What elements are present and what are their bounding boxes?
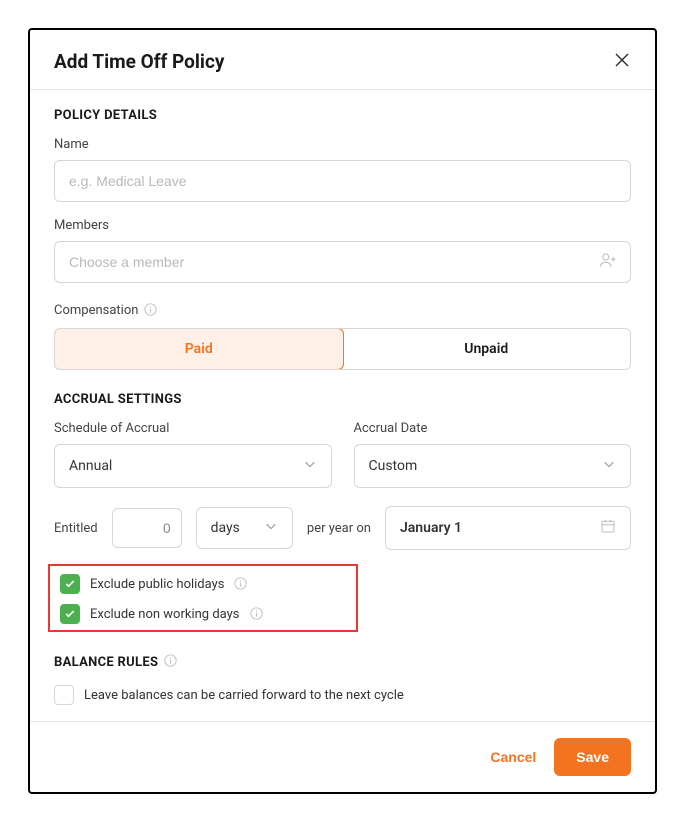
- compensation-label: Compensation: [54, 303, 138, 318]
- policy-details-section-title: POLICY DETAILS: [54, 108, 631, 123]
- exclude-highlight: Exclude public holidays Exclude non work…: [48, 564, 358, 632]
- accrual-date-value: Custom: [369, 458, 418, 474]
- accrual-section-title: ACCRUAL SETTINGS: [54, 392, 631, 407]
- members-label: Members: [54, 218, 631, 233]
- chevron-down-icon: [602, 457, 616, 475]
- schedule-label: Schedule of Accrual: [54, 421, 332, 436]
- exclude-holidays-label: Exclude public holidays: [90, 577, 224, 592]
- balance-section-title: BALANCE RULES: [54, 655, 158, 670]
- chevron-down-icon: [264, 519, 278, 537]
- compensation-segmented: Paid Unpaid: [54, 328, 631, 370]
- name-input[interactable]: [54, 160, 631, 202]
- unit-value: days: [211, 520, 240, 536]
- info-icon[interactable]: [164, 654, 177, 671]
- schedule-value: Annual: [69, 458, 112, 474]
- exclude-nonworking-label: Exclude non working days: [90, 607, 240, 622]
- add-time-off-policy-modal: Add Time Off Policy POLICY DETAILS Name …: [28, 28, 657, 794]
- close-icon[interactable]: [613, 51, 631, 73]
- info-icon[interactable]: [234, 575, 247, 594]
- accrual-date-picker[interactable]: January 1: [385, 506, 631, 550]
- date-value: January 1: [400, 520, 462, 536]
- add-member-icon[interactable]: [599, 251, 617, 273]
- carry-forward-label: Leave balances can be carried forward to…: [84, 688, 404, 703]
- info-icon[interactable]: [144, 301, 157, 320]
- carry-forward-checkbox[interactable]: [54, 685, 74, 705]
- chevron-down-icon: [303, 457, 317, 475]
- modal-body: POLICY DETAILS Name Members Compensation…: [30, 90, 655, 721]
- cancel-button[interactable]: Cancel: [490, 749, 536, 765]
- unit-select[interactable]: days: [196, 507, 293, 549]
- accrual-date-label: Accrual Date: [354, 421, 632, 436]
- members-input[interactable]: [54, 241, 631, 283]
- save-button[interactable]: Save: [554, 738, 631, 776]
- calendar-icon: [600, 518, 616, 538]
- exclude-holidays-checkbox[interactable]: [60, 574, 80, 594]
- info-icon[interactable]: [250, 605, 263, 624]
- compensation-label-row: Compensation: [54, 301, 631, 320]
- entitled-input[interactable]: [112, 508, 182, 548]
- compensation-unpaid-button[interactable]: Unpaid: [343, 329, 631, 369]
- exclude-nonworking-checkbox[interactable]: [60, 604, 80, 624]
- entitled-label: Entitled: [54, 521, 98, 536]
- modal-footer: Cancel Save: [30, 721, 655, 792]
- name-label: Name: [54, 137, 631, 152]
- compensation-paid-button[interactable]: Paid: [54, 328, 344, 370]
- schedule-select[interactable]: Annual: [54, 444, 332, 488]
- accrual-date-select[interactable]: Custom: [354, 444, 632, 488]
- modal-title: Add Time Off Policy: [54, 50, 224, 73]
- per-year-label: per year on: [307, 521, 371, 536]
- modal-header: Add Time Off Policy: [30, 30, 655, 90]
